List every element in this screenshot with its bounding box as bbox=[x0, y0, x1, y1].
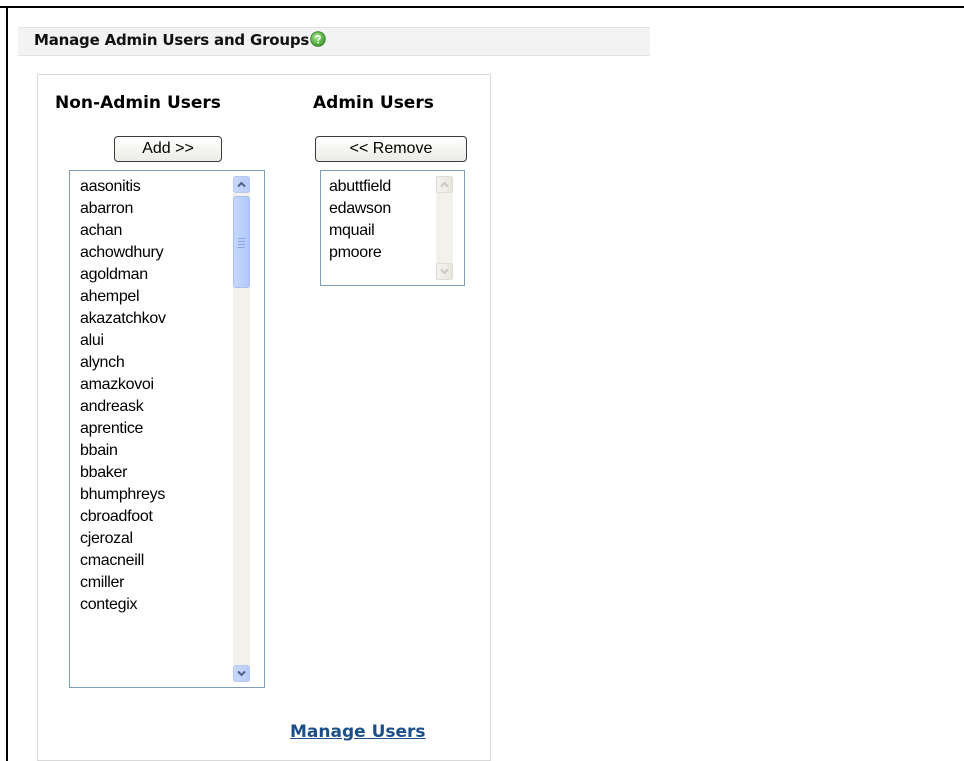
admin-users-list: abuttfield edawson mquail pmoore bbox=[329, 176, 391, 264]
non-admin-users-listbox[interactable]: aasonitis abarron achan achowdhury agold… bbox=[69, 170, 265, 688]
list-item[interactable]: contegix bbox=[80, 594, 166, 616]
top-border bbox=[0, 6, 964, 8]
list-item[interactable]: abarron bbox=[80, 198, 166, 220]
list-item[interactable]: mquail bbox=[329, 220, 391, 242]
list-item[interactable]: aasonitis bbox=[80, 176, 166, 198]
add-button[interactable]: Add >> bbox=[114, 136, 222, 162]
grip-line bbox=[238, 244, 245, 245]
list-item[interactable]: cmiller bbox=[80, 572, 166, 594]
non-admin-scrollbar[interactable] bbox=[233, 176, 250, 682]
scroll-up-button[interactable] bbox=[436, 176, 453, 193]
list-item[interactable]: cmacneill bbox=[80, 550, 166, 572]
chevron-up-icon bbox=[237, 181, 246, 188]
list-item[interactable]: alynch bbox=[80, 352, 166, 374]
chevron-down-icon bbox=[237, 670, 246, 677]
remove-button[interactable]: << Remove bbox=[315, 136, 467, 162]
non-admin-users-heading: Non-Admin Users bbox=[55, 93, 221, 113]
list-item[interactable]: achan bbox=[80, 220, 166, 242]
help-icon[interactable] bbox=[310, 31, 326, 47]
list-item[interactable]: bbaker bbox=[80, 462, 166, 484]
grip-line bbox=[238, 238, 245, 239]
list-item[interactable]: alui bbox=[80, 330, 166, 352]
non-admin-users-list: aasonitis abarron achan achowdhury agold… bbox=[80, 176, 166, 616]
scroll-thumb[interactable] bbox=[233, 196, 250, 288]
list-item[interactable]: akazatchkov bbox=[80, 308, 166, 330]
list-item[interactable]: andreask bbox=[80, 396, 166, 418]
grip-line bbox=[238, 247, 245, 248]
admin-scrollbar[interactable] bbox=[436, 176, 453, 280]
list-item[interactable]: pmoore bbox=[329, 242, 391, 264]
list-item[interactable]: edawson bbox=[329, 198, 391, 220]
admin-users-panel: Non-Admin Users Admin Users Add >> << Re… bbox=[37, 74, 491, 761]
scroll-up-button[interactable] bbox=[233, 176, 250, 193]
admin-users-heading: Admin Users bbox=[313, 93, 434, 113]
list-item[interactable]: ahempel bbox=[80, 286, 166, 308]
list-item[interactable]: amazkovoi bbox=[80, 374, 166, 396]
list-item[interactable]: agoldman bbox=[80, 264, 166, 286]
scroll-down-button[interactable] bbox=[233, 665, 250, 682]
scroll-down-button[interactable] bbox=[436, 263, 453, 280]
manage-users-link[interactable]: Manage Users bbox=[290, 722, 426, 742]
grip-line bbox=[238, 241, 245, 242]
admin-users-listbox[interactable]: abuttfield edawson mquail pmoore bbox=[320, 170, 465, 286]
list-item[interactable]: bbain bbox=[80, 440, 166, 462]
list-item[interactable]: abuttfield bbox=[329, 176, 391, 198]
chevron-up-icon bbox=[440, 181, 449, 188]
list-item[interactable]: cbroadfoot bbox=[80, 506, 166, 528]
list-item[interactable]: aprentice bbox=[80, 418, 166, 440]
left-border bbox=[6, 6, 8, 761]
chevron-down-icon bbox=[440, 268, 449, 275]
list-item[interactable]: bhumphreys bbox=[80, 484, 166, 506]
list-item[interactable]: cjerozal bbox=[80, 528, 166, 550]
list-item[interactable]: achowdhury bbox=[80, 242, 166, 264]
page-title-text: Manage Admin Users and Groups bbox=[34, 31, 310, 49]
page-title: Manage Admin Users and Groups bbox=[34, 31, 326, 49]
